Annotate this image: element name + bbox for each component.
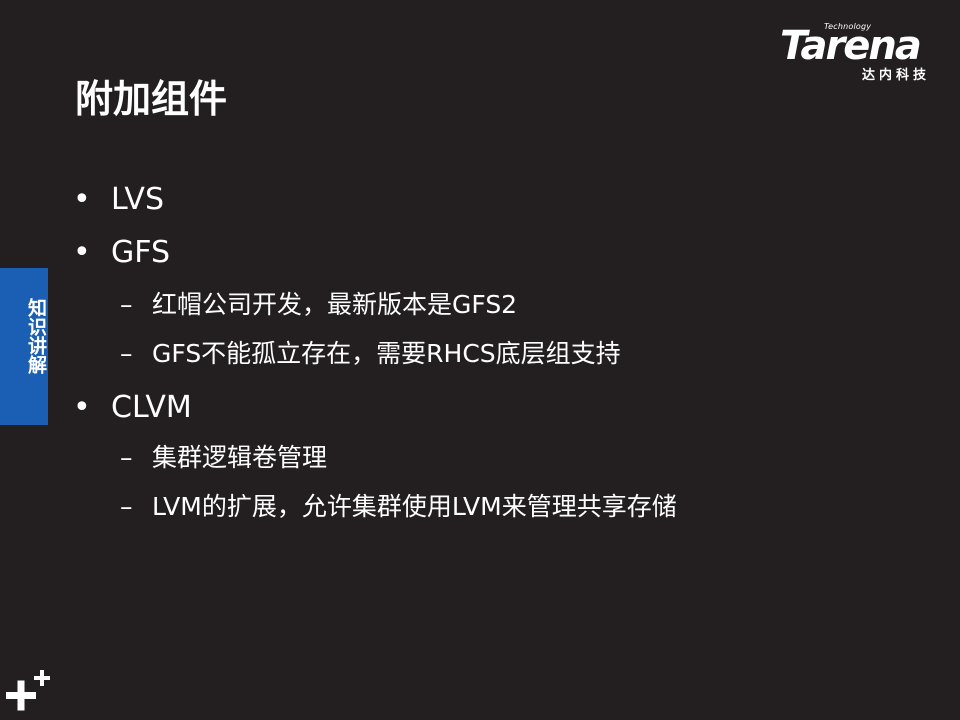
logo-wordmark: Tarena	[780, 23, 922, 69]
list-item-text: LVS	[111, 182, 164, 217]
bullet-marker: •	[73, 182, 91, 217]
bullet-marker: •	[73, 390, 91, 425]
list-item: – LVM的扩展，允许集群使用LVM来管理共享存储	[120, 491, 677, 523]
list-item-text: GFS	[111, 235, 171, 270]
list-item-text: 红帽公司开发，最新版本是GFS2	[152, 290, 518, 319]
side-tab: 知识讲解	[0, 268, 48, 425]
logo-chinese: 达内科技	[862, 68, 931, 83]
list-item: – 红帽公司开发，最新版本是GFS2	[120, 289, 517, 321]
list-item-text: 集群逻辑卷管理	[152, 443, 328, 472]
dash-marker: –	[120, 443, 133, 472]
tarena-logo: Technology Tarena 达内科技	[780, 22, 948, 83]
list-item: • GFS	[73, 235, 170, 271]
dash-marker: –	[120, 339, 133, 368]
list-item-text: GFS不能孤立存在，需要RHCS底层组支持	[152, 339, 621, 368]
plus-icon	[6, 670, 50, 711]
side-tab-label: 知识讲解	[25, 298, 47, 374]
list-item-text: CLVM	[111, 390, 192, 425]
list-item: – 集群逻辑卷管理	[120, 442, 327, 474]
list-item: • LVS	[73, 182, 164, 218]
list-item: – GFS不能孤立存在，需要RHCS底层组支持	[120, 338, 621, 370]
bullet-marker: •	[73, 235, 91, 270]
list-item-text: LVM的扩展，允许集群使用LVM来管理共享存储	[152, 492, 677, 521]
list-item: • CLVM	[73, 390, 192, 426]
slide-title: 附加组件	[75, 77, 228, 121]
dash-marker: –	[120, 492, 133, 521]
dash-marker: –	[120, 290, 133, 319]
